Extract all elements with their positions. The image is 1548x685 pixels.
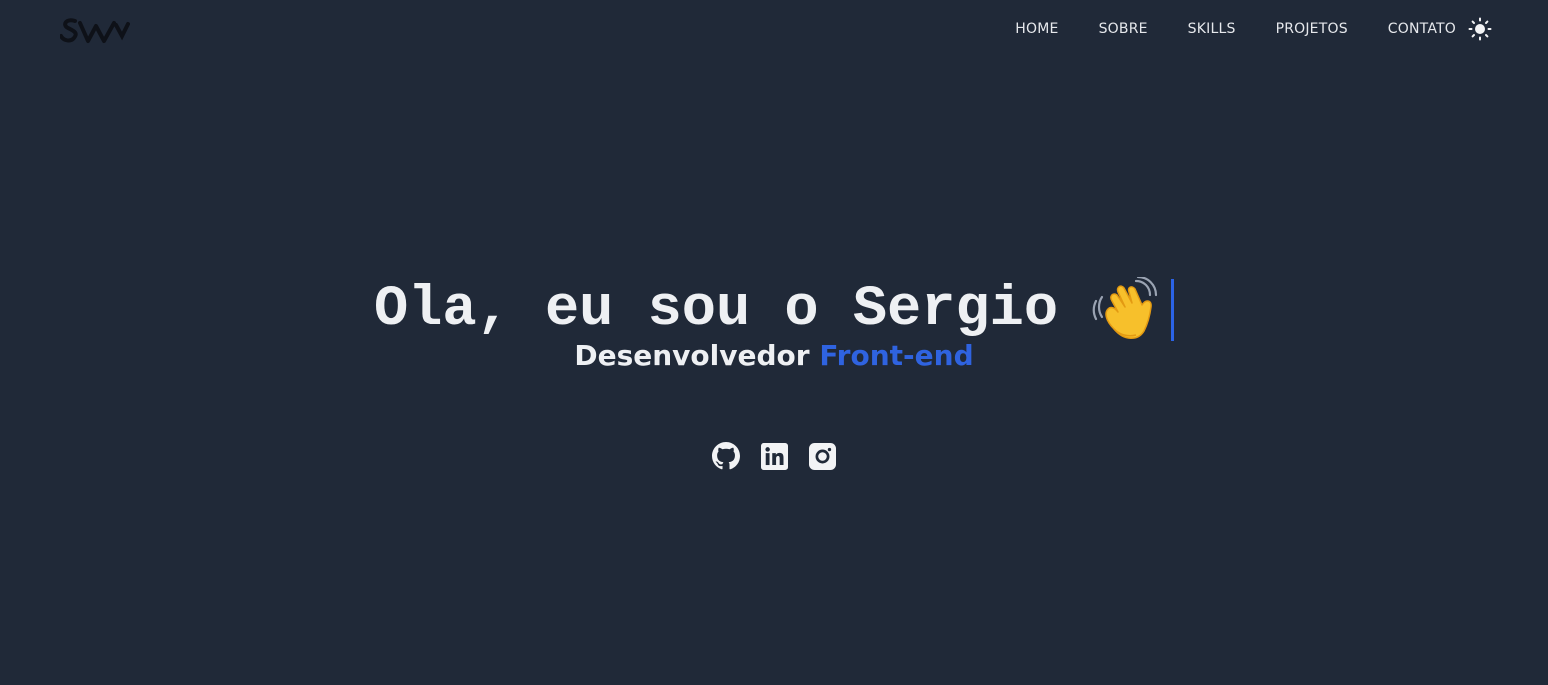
nav-contato[interactable]: CONTATO [1388,19,1456,39]
theme-toggle-button[interactable] [1468,17,1492,41]
hero-headline: Ola, eu sou o Sergio [373,272,1175,348]
instagram-link[interactable] [807,441,837,471]
typing-caret [1171,279,1175,341]
social-links [0,441,1548,471]
linkedin-link[interactable] [759,441,789,471]
hero-section: Ola, eu sou o Sergio Desenvolvedor Front… [0,272,1548,374]
hero-subtitle: Desenvolvedor Front-end [0,338,1548,374]
subtitle-prefix: Desenvolvedor [574,339,810,372]
nav-home[interactable]: HOME [1015,19,1058,39]
linkedin-icon [760,442,788,470]
logo[interactable] [60,14,130,46]
github-icon [712,442,740,470]
instagram-icon [808,442,836,470]
waving-hand-icon [1092,277,1158,339]
subtitle-accent: Front-end [819,339,974,372]
greeting-text: Ola, eu sou o Sergio [373,278,1059,342]
site-header: HOME SOBRE SKILLS PROJETOS CONTATO [0,0,1548,56]
nav-skills[interactable]: SKILLS [1188,19,1236,39]
main-nav: HOME SOBRE SKILLS PROJETOS CONTATO [1015,17,1492,41]
nav-sobre[interactable]: SOBRE [1099,19,1148,39]
github-link[interactable] [711,441,741,471]
sun-icon [1468,17,1492,41]
page: HOME SOBRE SKILLS PROJETOS CONTATO Ola, … [0,0,1548,685]
nav-projetos[interactable]: PROJETOS [1276,19,1348,39]
